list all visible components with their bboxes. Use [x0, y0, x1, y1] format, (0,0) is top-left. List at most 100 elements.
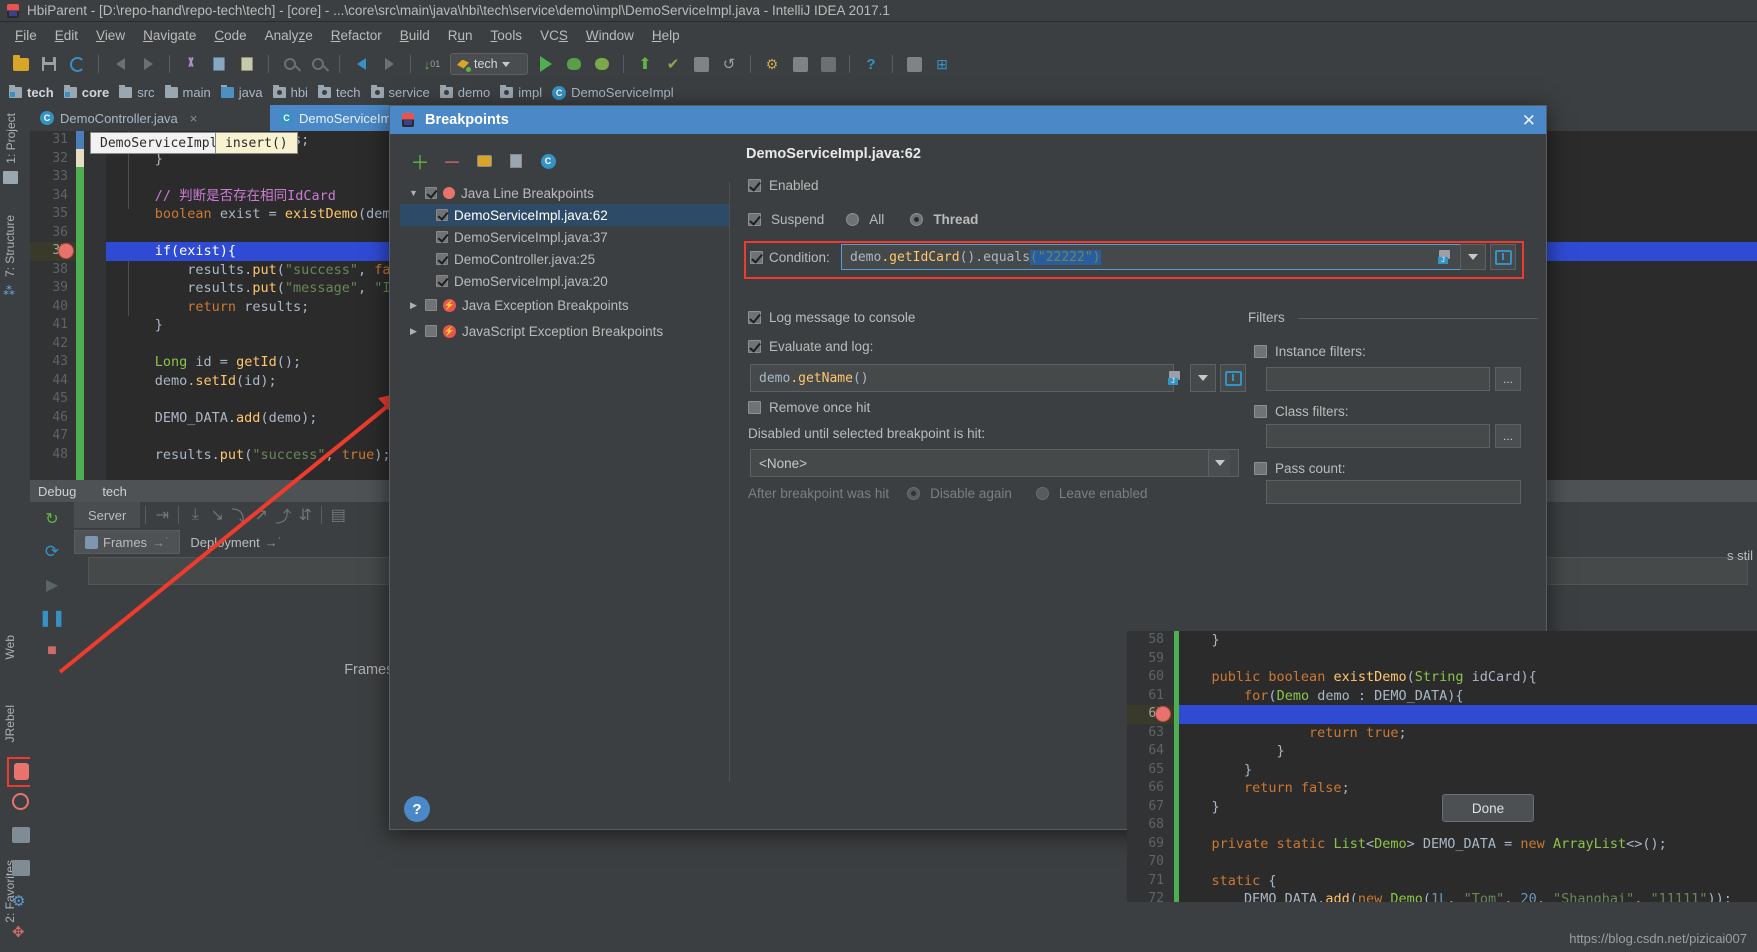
suspend-thread-radio[interactable]: [910, 213, 924, 226]
save-all-icon[interactable]: [36, 51, 62, 77]
drop-frame-icon[interactable]: ⤴: [272, 504, 294, 526]
menu-item-run[interactable]: Run: [439, 25, 482, 46]
help-icon[interactable]: ?: [858, 51, 884, 77]
pin-icon[interactable]: ✥: [12, 923, 25, 941]
group-by-class-icon[interactable]: C: [538, 151, 558, 171]
class-filters-row[interactable]: Class filters:: [1254, 404, 1349, 419]
open-folder-icon[interactable]: [8, 51, 34, 77]
breadcrumb-chip-method[interactable]: insert(): [215, 132, 298, 154]
log-message-checkbox[interactable]: [748, 311, 761, 324]
vcs-commit-icon[interactable]: ✔: [660, 51, 686, 77]
tree-item-demoserviceimpl-37[interactable]: DemoServiceImpl.java:37: [400, 226, 729, 248]
preview-breakpoint-marker-icon[interactable]: [1155, 706, 1171, 722]
evaluate-java-lang-icon[interactable]: [1162, 364, 1188, 392]
subtab-deployment[interactable]: Deployment →˙: [180, 530, 292, 554]
sidebar-item-web[interactable]: Web: [3, 635, 17, 659]
menu-item-navigate[interactable]: Navigate: [134, 25, 205, 46]
instance-filters-input[interactable]: [1266, 367, 1490, 391]
breakpoint-marker-icon[interactable]: [58, 243, 74, 259]
class-filters-browse-button[interactable]: ...: [1495, 424, 1521, 448]
step-into-icon[interactable]: ↘: [206, 504, 228, 526]
group-checkbox[interactable]: [425, 299, 437, 311]
class-filters-checkbox[interactable]: [1254, 405, 1267, 418]
cut-icon[interactable]: [178, 51, 204, 77]
layout-icon[interactable]: ⊞: [929, 51, 955, 77]
pass-count-input[interactable]: [1266, 480, 1521, 504]
pass-count-row[interactable]: Pass count:: [1254, 461, 1346, 476]
find-icon[interactable]: [277, 51, 303, 77]
menu-item-file[interactable]: File: [6, 25, 46, 46]
breadcrumb-item-class[interactable]: C DemoServiceImpl: [549, 81, 681, 105]
grid-icon[interactable]: [12, 860, 30, 876]
paste-icon[interactable]: [234, 51, 260, 77]
stop-icon[interactable]: ■: [41, 640, 63, 662]
disabled-until-combo[interactable]: <None>: [750, 449, 1239, 477]
remove-once-hit-row[interactable]: Remove once hit: [748, 400, 870, 415]
menu-item-tools[interactable]: Tools: [482, 25, 532, 46]
instance-filters-checkbox[interactable]: [1254, 345, 1267, 358]
breakpoint-code-preview[interactable]: } public boolean existDemo(String idCard…: [1127, 631, 1757, 902]
class-filters-input[interactable]: [1266, 424, 1490, 448]
menu-item-build[interactable]: Build: [391, 25, 439, 46]
breadcrumb-chip-class[interactable]: DemoServiceImpl: [90, 132, 228, 154]
pause-icon[interactable]: ❚❚: [39, 607, 66, 629]
chevron-right-icon[interactable]: ▶: [408, 326, 419, 337]
item-checkbox[interactable]: [436, 253, 448, 265]
debug-icon[interactable]: [561, 51, 587, 77]
item-checkbox[interactable]: [436, 209, 448, 221]
breakpoints-tree[interactable]: ▼ Java Line Breakpoints DemoServiceImpl.…: [400, 182, 730, 782]
sync-icon[interactable]: [64, 51, 90, 77]
evaluate-expression-icon[interactable]: ▤: [327, 504, 349, 526]
after-hit-row[interactable]: After breakpoint was hit Disable again L…: [748, 486, 1147, 501]
show-execution-point-icon[interactable]: ⇥: [151, 504, 173, 526]
java-lang-icon[interactable]: [1432, 244, 1458, 270]
structure-toggle-icon[interactable]: [787, 51, 813, 77]
tree-item-democontroller-25[interactable]: DemoController.java:25: [400, 248, 729, 270]
stop-icon[interactable]: [815, 51, 841, 77]
chevron-right-icon[interactable]: ▶: [408, 300, 419, 311]
after-hit-leave-enabled-radio[interactable]: [1035, 487, 1049, 500]
breadcrumb-item-tech2[interactable]: tech: [315, 81, 368, 105]
step-out-icon[interactable]: ↗: [250, 504, 272, 526]
menu-item-analyze[interactable]: Analyze: [256, 25, 322, 46]
tree-item-demoserviceimpl-20[interactable]: DemoServiceImpl.java:20: [400, 270, 729, 292]
sidebar-item-structure[interactable]: 7: Structure ⁂: [3, 215, 17, 298]
pass-count-checkbox[interactable]: [1254, 462, 1267, 475]
rerun-icon[interactable]: ↻: [41, 508, 63, 530]
close-icon[interactable]: ✕: [1522, 112, 1536, 129]
sidebar-item-jrebel[interactable]: JRebel: [3, 705, 17, 742]
breadcrumb-item-src[interactable]: src: [116, 81, 161, 105]
remove-once-hit-checkbox[interactable]: [748, 401, 761, 414]
menu-item-vcs[interactable]: VCS: [531, 25, 577, 46]
menu-item-view[interactable]: View: [87, 25, 134, 46]
help-button[interactable]: ?: [404, 796, 430, 822]
redo-icon[interactable]: [135, 51, 161, 77]
settings-icon[interactable]: ⚙: [759, 51, 785, 77]
replace-icon[interactable]: [305, 51, 331, 77]
tree-item-demoserviceimpl-62[interactable]: DemoServiceImpl.java:62: [400, 204, 729, 226]
compile-icon[interactable]: ↓ 01: [419, 51, 445, 77]
close-icon[interactable]: ×: [190, 111, 198, 126]
condition-checkbox[interactable]: [750, 251, 763, 264]
resume-icon[interactable]: ▶: [41, 574, 63, 596]
suspend-row[interactable]: Suspend All Thread: [748, 212, 978, 227]
breakpoints-icon[interactable]: [14, 763, 29, 780]
force-step-into-icon[interactable]: ⤵: [228, 504, 250, 526]
vcs-rollback-icon[interactable]: ↺: [716, 51, 742, 77]
jrebel-run-icon[interactable]: [901, 51, 927, 77]
run-icon[interactable]: [533, 51, 559, 77]
condition-dropdown-button[interactable]: [1460, 244, 1486, 270]
menu-item-refactor[interactable]: Refactor: [322, 25, 391, 46]
breadcrumb-item-java[interactable]: java: [218, 81, 270, 105]
suspend-all-radio[interactable]: [846, 213, 860, 226]
evaluate-input[interactable]: demo.getName(): [750, 364, 1174, 392]
item-checkbox[interactable]: [436, 231, 448, 243]
breadcrumb-item-main[interactable]: main: [162, 81, 218, 105]
suspend-checkbox[interactable]: [748, 213, 761, 226]
copy-icon[interactable]: [206, 51, 232, 77]
instance-filters-browse-button[interactable]: ...: [1495, 367, 1521, 391]
enabled-checkbox-row[interactable]: Enabled: [748, 178, 819, 193]
condition-row[interactable]: Condition:: [750, 250, 830, 265]
tree-group-java-line-breakpoints[interactable]: ▼ Java Line Breakpoints: [400, 182, 729, 204]
sidebar-item-project[interactable]: 1: Project: [3, 113, 18, 184]
